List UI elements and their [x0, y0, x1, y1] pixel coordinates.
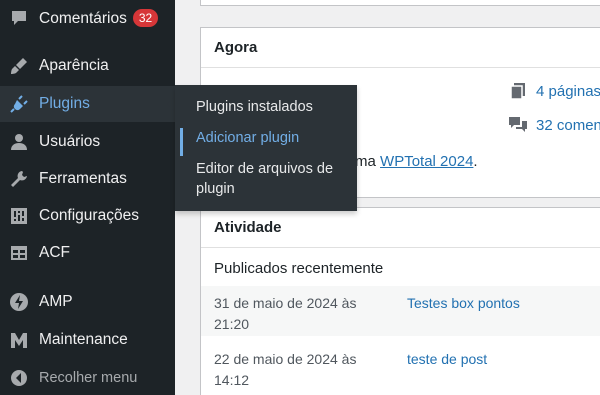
sidebar-item-label: Aparência [39, 57, 109, 74]
comment-count-badge: 32 [132, 8, 159, 27]
recently-published-heading: Publicados recentemente [214, 260, 384, 277]
collapse-menu-button[interactable]: Recolher menu [0, 360, 175, 395]
sidebar-item-plugins[interactable]: Plugins [0, 86, 175, 122]
plugins-submenu: Plugins instalados Adicionar plugin Edit… [175, 85, 357, 211]
submenu-item-installed-plugins[interactable]: Plugins instalados [175, 97, 357, 117]
pages-count-label: 4 páginas [536, 82, 600, 100]
wrench-icon [9, 169, 29, 189]
sliders-icon [9, 206, 29, 226]
theme-link[interactable]: WPTotal 2024 [380, 153, 473, 170]
list-item: 22 de maio de 2024 às 14:12 teste de pos… [201, 342, 600, 392]
table-icon [9, 243, 29, 263]
widget-title: Agora [201, 28, 600, 68]
post-date: 31 de maio de 2024 às 21:20 [214, 295, 357, 332]
sidebar-item-label: ACF [39, 244, 70, 261]
sidebar-item-label: Maintenance [39, 331, 128, 348]
post-date: 22 de maio de 2024 às 14:12 [214, 351, 357, 388]
sidebar-item-label: Plugins [39, 95, 90, 112]
sidebar-item-usuarios[interactable]: Usuários [0, 124, 175, 160]
post-title-link[interactable]: teste de post [407, 349, 487, 370]
plug-icon [9, 94, 29, 114]
pages-count-link[interactable]: 4 páginas [508, 81, 600, 101]
post-title-link[interactable]: Testes box pontos [407, 293, 520, 314]
widget-title: Atividade [201, 208, 600, 248]
comments-count-label: 32 comen [536, 116, 600, 134]
admin-sidebar: Comentários 32 Aparência Plugins Usuários… [0, 0, 175, 395]
submenu-item-add-plugin[interactable]: Adicionar plugin [175, 128, 357, 156]
previous-widget-bottom [200, 0, 600, 6]
submenu-item-plugin-file-editor[interactable]: Editor de arquivos de plugin [175, 159, 345, 199]
sidebar-item-label: Configurações [39, 207, 139, 224]
sidebar-item-ferramentas[interactable]: Ferramentas [0, 161, 175, 197]
sidebar-item-label: AMP [39, 293, 73, 310]
sidebar-item-configuracoes[interactable]: Configurações [0, 198, 175, 234]
flyout-pointer [167, 96, 175, 112]
m-logo-icon [9, 330, 29, 350]
sidebar-item-acf[interactable]: ACF [0, 235, 175, 271]
comments-icon [508, 115, 528, 135]
sidebar-item-amp[interactable]: AMP [0, 284, 175, 320]
theme-suffix: . [473, 153, 478, 170]
sidebar-item-label: Comentários [39, 9, 127, 27]
comments-count-link[interactable]: 32 comen [508, 115, 600, 135]
comment-icon [9, 8, 29, 28]
pages-icon [508, 81, 528, 101]
user-icon [9, 132, 29, 152]
sidebar-item-maintenance[interactable]: Maintenance [0, 322, 175, 358]
collapse-arrow-icon [9, 368, 29, 388]
collapse-menu-label: Recolher menu [39, 370, 138, 386]
sidebar-item-aparencia[interactable]: Aparência [0, 48, 175, 84]
sidebar-item-label: Usuários [39, 133, 101, 150]
sidebar-item-label: Ferramentas [39, 170, 127, 187]
bolt-icon [9, 292, 29, 312]
list-item: 31 de maio de 2024 às 21:20 Testes box p… [201, 286, 600, 336]
sidebar-item-comentarios[interactable]: Comentários 32 [0, 0, 175, 36]
paintbrush-icon [9, 56, 29, 76]
